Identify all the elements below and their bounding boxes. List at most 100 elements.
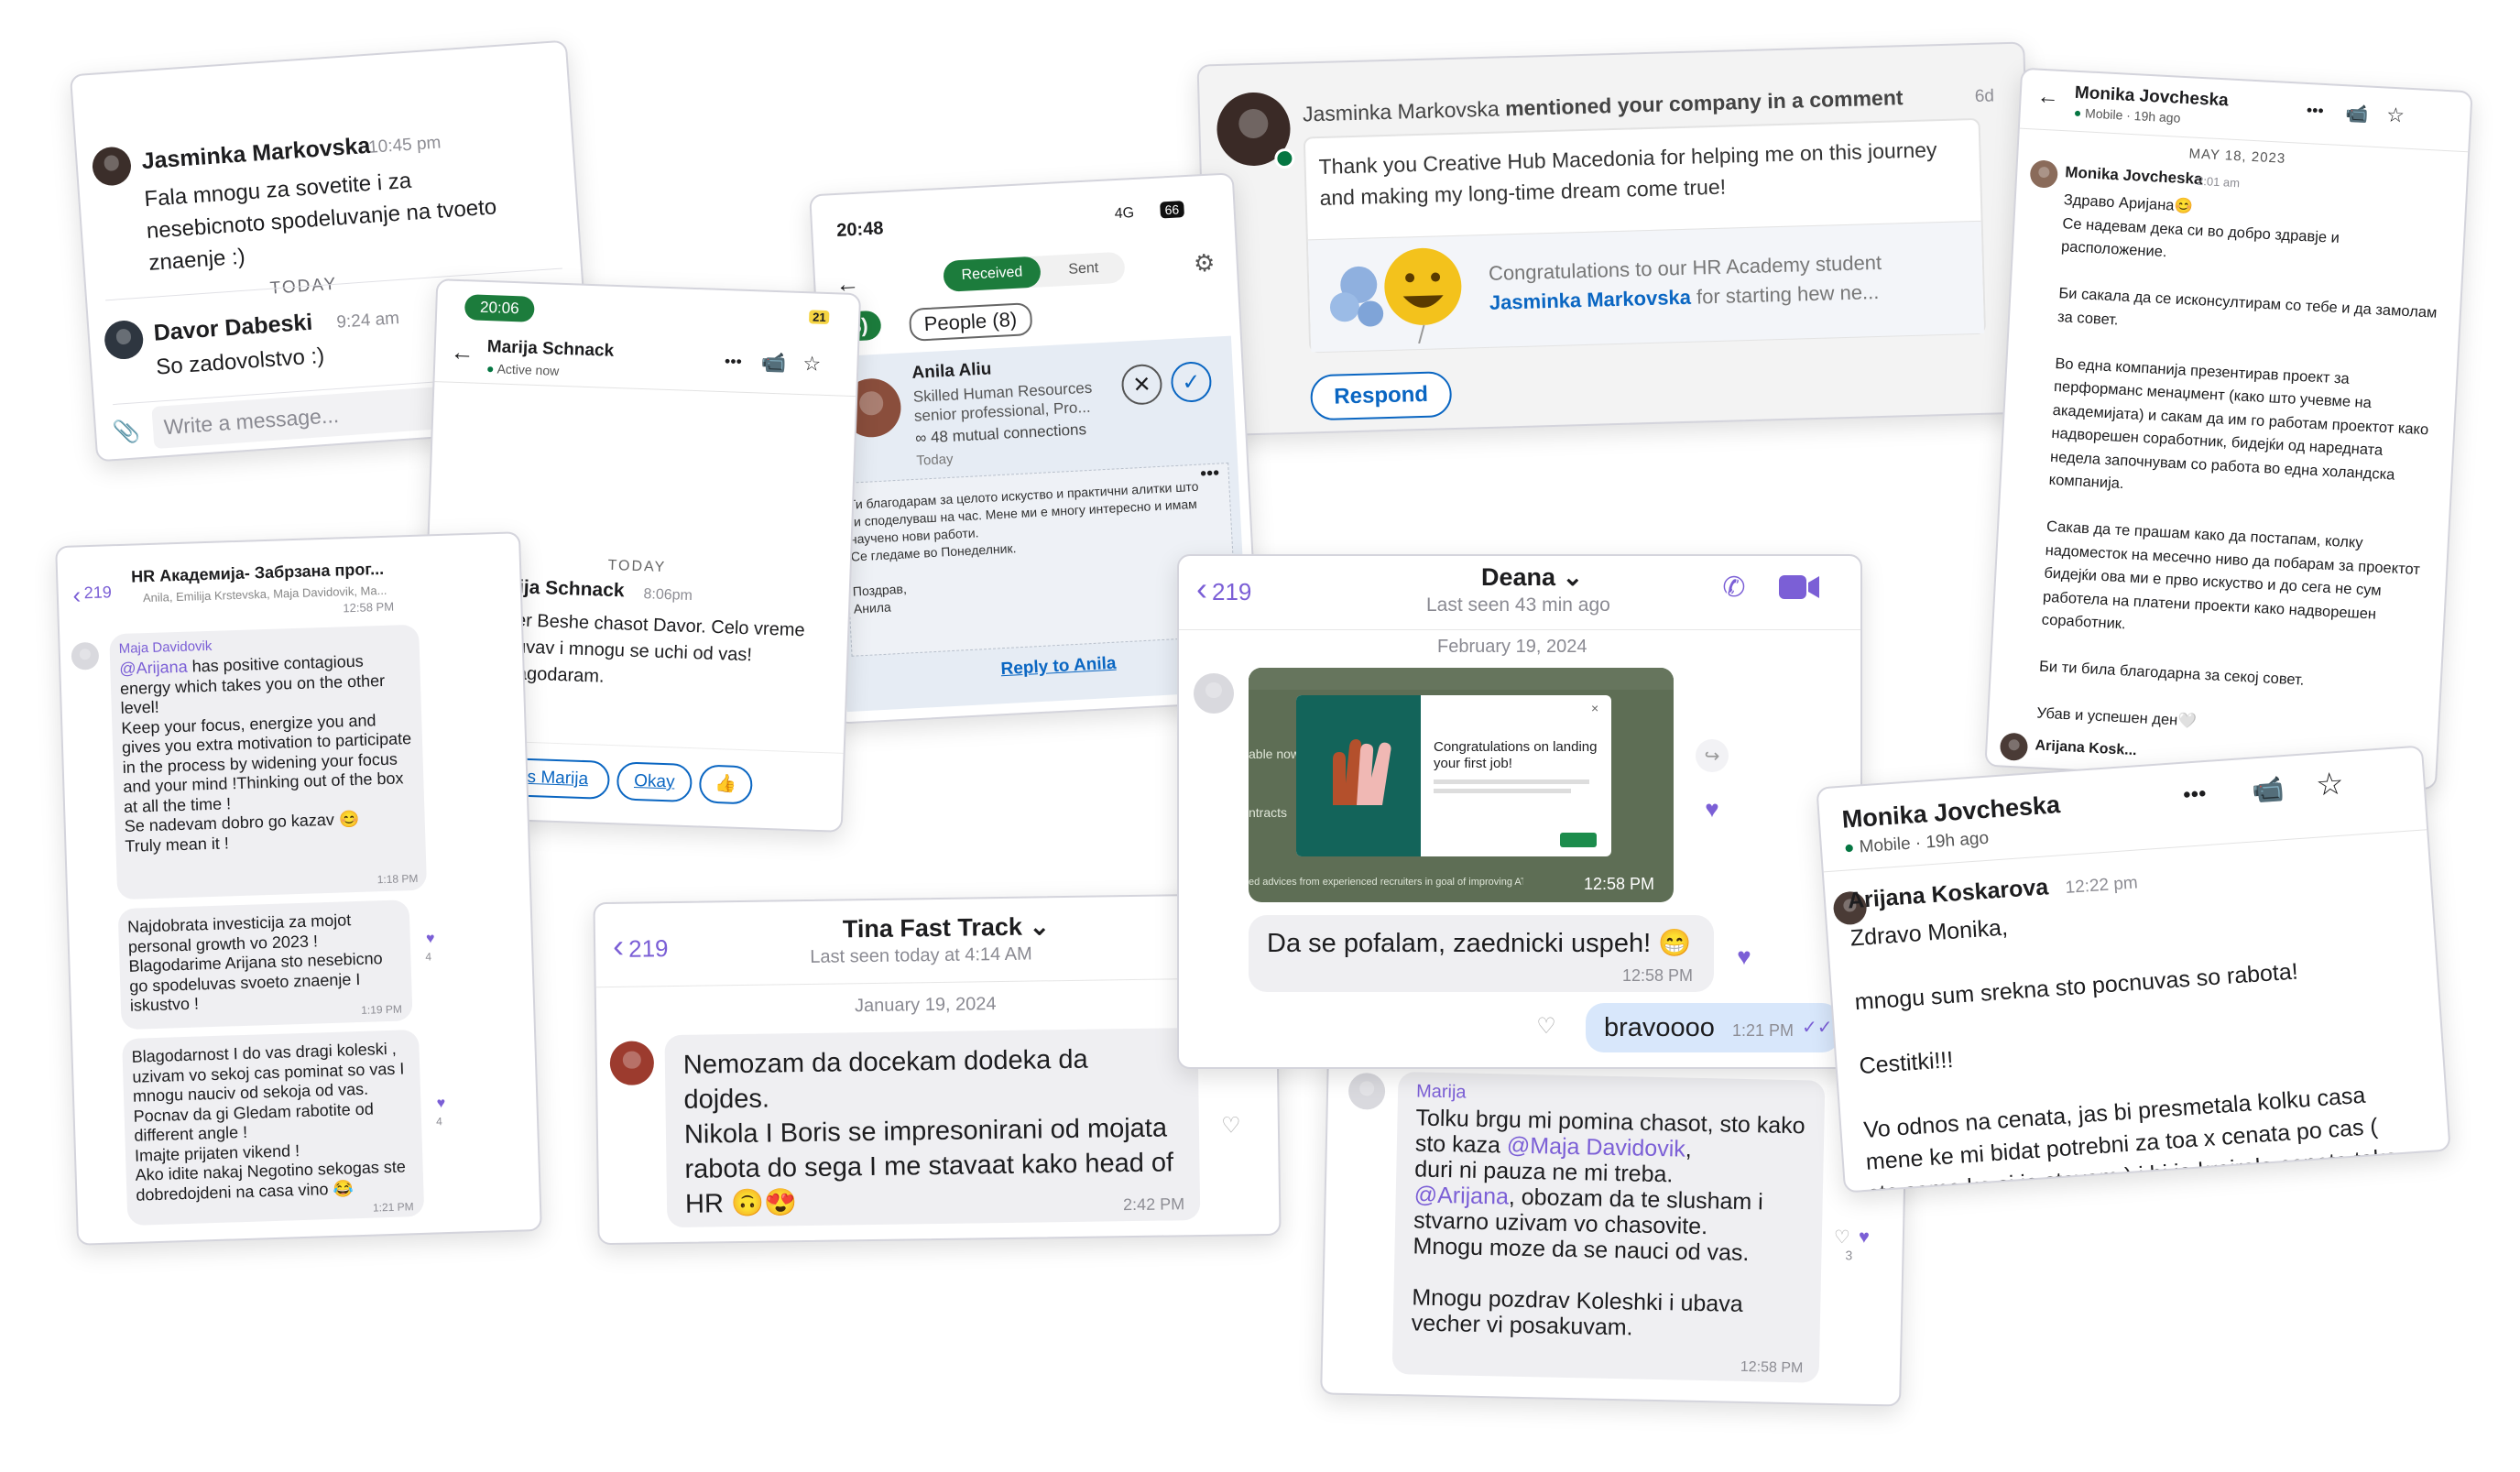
unread-count[interactable]: 219 [1212,578,1251,606]
image-topbar [1249,668,1674,690]
video-call-icon[interactable]: 📹 [2342,99,2372,128]
image-text-line [1434,780,1589,784]
star-icon[interactable]: ☆ [2310,765,2350,804]
message-text: Fala mnogu za sovetite i za nesebicnoto … [143,168,497,276]
chat-title[interactable]: Deana ⌄ [1481,563,1583,592]
message-body: has positive contagious energy which tak… [119,651,412,856]
post-mention[interactable]: Jasminka Markovska [1489,286,1692,314]
image-text-line [1434,789,1571,793]
sender-name[interactable]: Anila Aliu [911,359,992,384]
message-text: Nemozam da docekam dodeka da dojdes. Nik… [682,1044,1174,1219]
unread-count[interactable]: 219 [628,934,669,964]
message-time: 1:21 PM [1732,1021,1795,1040]
comment-box: Thank you Creative Hub Macedonia for hel… [1303,117,1987,354]
more-options-icon[interactable]: ••• [2176,780,2214,811]
actor-name[interactable]: Jasminka Markovska [1303,97,1500,126]
presence-age: 19h ago [1925,828,1990,853]
mention[interactable]: @Arijana [119,658,188,678]
message-time: 2:42 PM [1122,1194,1185,1215]
battery-level: 21 [808,310,830,325]
sender-name[interactable]: Arijana Koskarova [1847,874,2049,914]
linkedin-chat-monika-reply: Monika Jovcheska ● Mobile · 19h ago ••• … [1816,745,2451,1194]
image-side-text: ntracts [1249,805,1288,820]
avatar[interactable] [2029,159,2059,189]
post-preview[interactable]: Congratulations to our HR Academy studen… [1307,220,1985,353]
accept-check-icon[interactable]: ✓ [1170,360,1213,404]
viber-group-chat-card: ‹ 219 HR Академија- Забрзана прог... Ani… [55,531,542,1246]
reply-link[interactable]: Reply to Anila [1000,654,1117,681]
next-sender-name[interactable]: Arijana Kosk... [2035,737,2137,759]
tab-received[interactable]: Received [943,256,1042,292]
sender-headline: Skilled Human Resources senior professio… [912,378,1093,425]
sender-name[interactable]: Maja Davidovik [118,638,212,657]
message-time: 8:06pm [643,586,693,605]
image-dialog: Congratulations on landing your first jo… [1296,695,1611,856]
chat-title[interactable]: Marija Schnack [486,337,614,362]
more-options-icon[interactable]: ••• [719,349,747,374]
gear-icon[interactable]: ⚙ [1190,248,1219,278]
message-bubble: Marija Tolku brgu mi pomina chasot, sto … [1391,1072,1826,1383]
sender-name[interactable]: Jasminka Markovska [141,133,372,175]
filter-pill-people[interactable]: People (8) [908,302,1033,342]
heart-icon[interactable]: ♥ [1696,792,1729,825]
heart-outline-icon[interactable]: ♡ [1831,1226,1853,1248]
share-icon[interactable]: ↪ [1696,739,1729,772]
paperclip-icon[interactable]: 📎 [112,417,141,446]
battery-level: 66 [1160,201,1184,219]
respond-button[interactable]: Respond [1310,371,1453,421]
post-prefix: Congratulations to our HR Academy studen… [1488,250,1882,285]
back-arrow-icon[interactable]: ← [448,337,476,366]
ignore-x-icon[interactable]: ✕ [1120,363,1163,406]
message-time: 2:01 am [2196,173,2241,191]
message-text: Najdobrata investicija za mojot personal… [126,910,383,1015]
chat-title[interactable]: Tina Fast Track ⌄ [843,912,1051,943]
message-text: Tolku brgu mi pomina chasot, sto kako st… [1412,1105,1810,1344]
mention[interactable]: @Maja Davidovik [1507,1133,1685,1162]
tab-sent[interactable]: Sent [1051,252,1117,287]
video-call-icon[interactable]: 📹 [759,348,788,376]
mention[interactable]: @Arijana [1413,1182,1509,1209]
image-footer: ed advices from experienced recruiters i… [1249,877,1523,888]
quick-reply-thumbs-up[interactable]: 👍 [698,764,754,805]
unread-count[interactable]: 219 [83,583,112,603]
message-text: Super Beshe chasot Davor. Celo vreme pis… [481,609,805,687]
avatar[interactable] [1194,673,1234,714]
chat-title[interactable]: Monika Jovcheska [1841,791,2061,834]
avatar[interactable] [609,1041,655,1085]
heart-icon[interactable]: ♥ [1729,941,1760,972]
quick-reply-okay[interactable]: Okay [616,761,693,803]
heart-outline-icon[interactable]: ♡ [1217,1111,1245,1139]
sender-name[interactable]: Davor Dabeski [153,310,313,347]
video-call-icon[interactable]: 📹 [2248,771,2286,807]
video-call-icon[interactable] [1776,571,1822,604]
sender-name[interactable]: Monika Jovcheska [2065,163,2203,189]
avatar[interactable] [91,146,133,187]
phone-icon[interactable]: ✆ [1716,569,1752,605]
star-icon[interactable]: ☆ [2381,101,2410,130]
heart-icon[interactable]: ♥ [1853,1226,1875,1248]
star-icon[interactable]: ☆ [798,350,826,378]
notification-age: 6d [1974,86,1995,106]
message-text: bravoooo [1604,1013,1715,1042]
avatar[interactable] [71,641,100,671]
heart-icon[interactable]: ♥ [421,930,441,949]
more-options-icon[interactable]: ••• [2301,99,2329,123]
presence-status: ● Mobile · 19h ago [1843,828,1990,858]
shared-image[interactable]: able now: ntracts Congratulations on lan… [1249,668,1674,902]
date-divider: February 19, 2024 [1437,637,1587,657]
group-title[interactable]: HR Академија- Забрзана прог... [131,560,384,587]
avatar[interactable] [103,319,145,361]
presence-text: Mobile [2084,105,2123,123]
sender-name[interactable]: Marija [1416,1081,1467,1103]
heart-outline-icon[interactable]: ♡ [1533,1012,1560,1040]
avatar[interactable] [1347,1072,1386,1110]
back-chevron-icon[interactable]: ‹ [608,927,628,965]
avatar[interactable] [1999,732,2029,761]
tab-switcher: Received Sent [943,251,1126,292]
back-arrow-icon[interactable]: ← [2034,82,2063,112]
viber-chat-deana: ‹ 219 Deana ⌄ Last seen 43 min ago ✆ Feb… [1177,554,1862,1069]
heart-icon[interactable]: ♥ [431,1095,451,1114]
back-chevron-icon[interactable]: ‹ [1192,570,1212,607]
message-time: 12:22 pm [2064,873,2139,898]
image-caption: Congratulations on landing your first jo… [1434,739,1598,771]
